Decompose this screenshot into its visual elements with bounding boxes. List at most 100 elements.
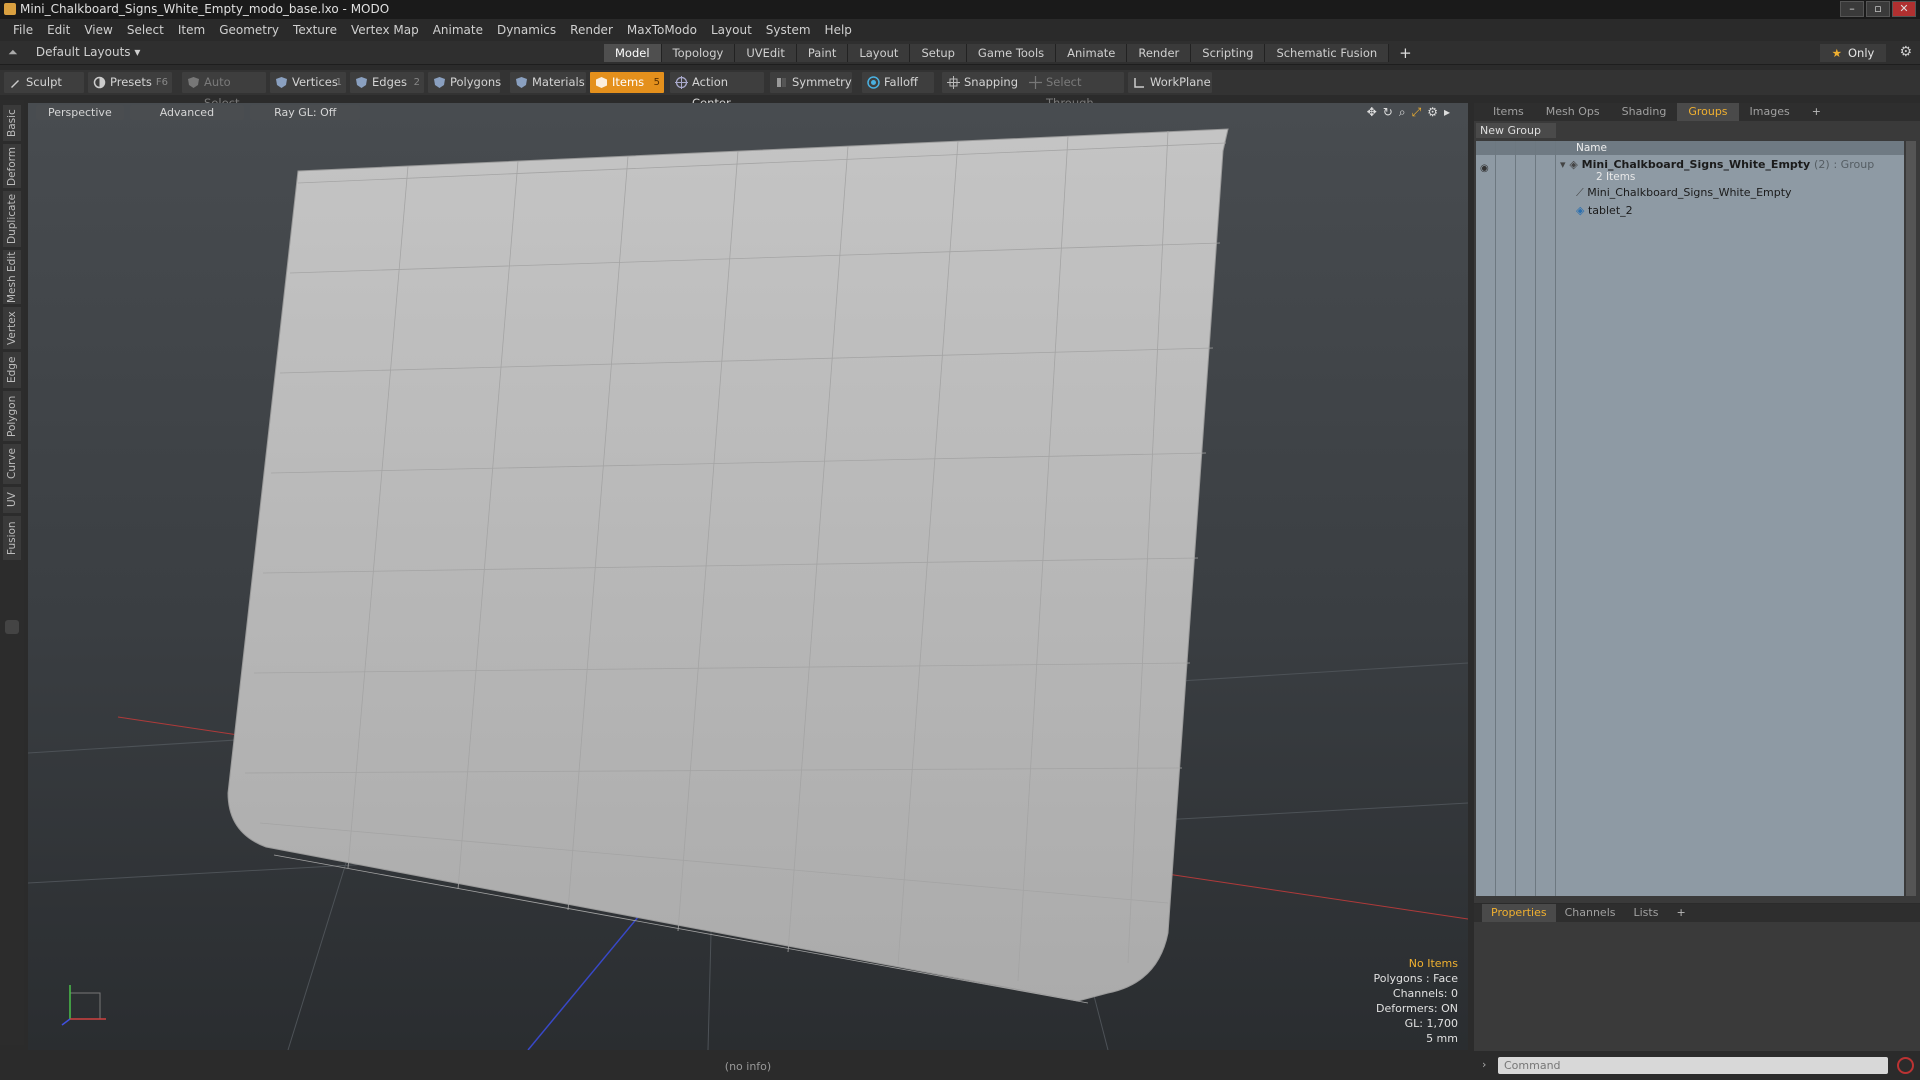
tab-lists[interactable]: Lists [1625,904,1668,922]
vertices-button[interactable]: Vertices 1 [270,72,346,93]
tab-animate[interactable]: Animate [1056,44,1128,62]
vtab-fusion[interactable]: Fusion [3,516,21,560]
tab-scripting[interactable]: Scripting [1191,44,1266,62]
tab-images[interactable]: Images [1739,103,1801,121]
command-input[interactable]: Command [1498,1057,1888,1074]
tab-shading[interactable]: Shading [1611,103,1678,121]
only-button[interactable]: ★ Only [1820,44,1886,62]
fit-icon[interactable]: ⤢ [1412,105,1422,120]
presets-icon [93,76,106,89]
tab-paint[interactable]: Paint [796,44,849,62]
window-title: Mini_Chalkboard_Signs_White_Empty_modo_b… [20,2,390,16]
menu-file[interactable]: File [6,23,40,37]
tab-uvedit[interactable]: UVEdit [735,44,797,62]
menu-vertex-map[interactable]: Vertex Map [344,23,426,37]
tab-mesh-ops[interactable]: Mesh Ops [1535,103,1611,121]
close-button[interactable]: ✕ [1892,1,1916,17]
name-column-header[interactable]: Name [1576,141,1607,155]
maximize-button[interactable]: ▫ [1866,1,1890,17]
pan-icon[interactable]: ✥ [1367,105,1377,120]
tab-model[interactable]: Model [604,44,662,62]
viewport-menu-arrow-icon[interactable]: ▸ [1444,105,1450,120]
rotate-icon[interactable]: ↻ [1383,105,1393,120]
auto-select-button[interactable]: Auto Select [182,72,266,110]
vtab-polygon[interactable]: Polygon [3,391,21,441]
workplane-button[interactable]: WorkPlane [1128,72,1212,93]
raygl-toggle[interactable]: Ray GL: Off [250,105,361,120]
shading-dropdown[interactable]: Advanced [129,105,245,120]
vtab-deform[interactable]: Deform [3,144,21,188]
render-column[interactable] [1496,141,1516,896]
select-column[interactable] [1536,141,1556,896]
vtab-duplicate[interactable]: Duplicate [3,191,21,247]
falloff-button[interactable]: Falloff [862,72,934,93]
group-row[interactable]: ▾ ◈ Mini_Chalkboard_Signs_White_Empty (2… [1560,158,1874,171]
vtab-vertex[interactable]: Vertex [3,307,21,349]
menu-edit[interactable]: Edit [40,23,77,37]
select-through-button[interactable]: Select Through [1024,72,1124,110]
vertices-label: Vertices [292,75,338,89]
menu-system[interactable]: System [759,23,818,37]
snapping-button[interactable]: Snapping [942,72,1026,93]
tab-items[interactable]: Items [1482,103,1535,121]
gear-icon[interactable]: ⚙ [1899,44,1912,60]
materials-button[interactable]: Materials [510,72,586,93]
add-props-tab-icon[interactable]: + [1667,904,1694,922]
zoom-icon[interactable]: ⌕ [1399,105,1406,120]
items-button[interactable]: Items 5 [590,72,664,93]
list-item[interactable]: ⟋ Mini_Chalkboard_Signs_White_Empty [1576,186,1792,200]
tab-layout[interactable]: Layout [848,44,911,62]
lock-column[interactable] [1516,141,1536,896]
only-label: Only [1847,46,1875,60]
add-panel-tab-icon[interactable]: + [1801,103,1832,121]
tab-game-tools[interactable]: Game Tools [966,44,1057,62]
tab-setup[interactable]: Setup [910,44,967,62]
group-list-scrollbar[interactable] [1906,141,1916,896]
tab-properties[interactable]: Properties [1482,904,1556,922]
menu-layout[interactable]: Layout [704,23,759,37]
menu-dynamics[interactable]: Dynamics [490,23,563,37]
properties-panel: Properties Channels Lists + [1474,904,1920,1051]
menu-maxtomodo[interactable]: MaxToModo [620,23,704,37]
menu-animate[interactable]: Animate [426,23,490,37]
collapse-up-icon[interactable]: ⏶ [8,45,18,60]
perspective-dropdown[interactable]: Perspective [36,105,124,120]
menu-help[interactable]: Help [818,23,859,37]
edges-button[interactable]: Edges 2 [350,72,424,93]
viewport-settings-icon[interactable]: ⚙ [1427,105,1438,120]
minimize-button[interactable]: – [1840,1,1864,17]
menu-render[interactable]: Render [563,23,620,37]
tab-channels[interactable]: Channels [1556,904,1625,922]
sculpt-button[interactable]: Sculpt [4,72,84,93]
expand-toggle[interactable] [5,620,19,634]
menu-select[interactable]: Select [120,23,171,37]
tab-groups[interactable]: Groups [1677,103,1739,121]
vtab-curve[interactable]: Curve [3,444,21,484]
menu-item[interactable]: Item [171,23,212,37]
vtab-uv[interactable]: UV [3,487,21,513]
menu-texture[interactable]: Texture [286,23,344,37]
record-macro-icon[interactable] [1897,1057,1914,1074]
action-center-button[interactable]: Action Center [670,72,764,110]
polygons-button[interactable]: Polygons [428,72,501,93]
symmetry-button[interactable]: Symmetry [770,72,852,93]
presets-button[interactable]: Presets F6 [88,72,172,93]
command-arrow-icon: › [1482,1058,1487,1071]
chalkboard-sign-mesh[interactable] [227,128,1229,1002]
menu-geometry[interactable]: Geometry [212,23,286,37]
vtab-basic[interactable]: Basic [3,105,21,141]
menu-view[interactable]: View [77,23,119,37]
tab-render[interactable]: Render [1127,44,1192,62]
group-list[interactable]: Name ◉ ▾ ◈ Mini_Chalkboard_Signs_White_E… [1476,141,1904,896]
new-group-button[interactable]: New Group [1476,123,1556,138]
tab-schematic-fusion[interactable]: Schematic Fusion [1265,44,1390,62]
visibility-column[interactable] [1476,141,1496,896]
layout-dropdown[interactable]: ⏶ Default Layouts ▾ [8,45,140,60]
3d-viewport[interactable]: Perspective Advanced Ray GL: Off ✥ ↻ ⌕ ⤢… [28,103,1468,1050]
add-tab-icon[interactable]: + [1389,44,1422,62]
tab-topology[interactable]: Topology [661,44,736,62]
vtab-mesh-edit[interactable]: Mesh Edit [3,250,21,304]
list-item[interactable]: ◈ tablet_2 [1576,204,1633,217]
vtab-edge[interactable]: Edge [3,352,21,388]
eye-icon[interactable]: ◉ [1480,163,1489,174]
